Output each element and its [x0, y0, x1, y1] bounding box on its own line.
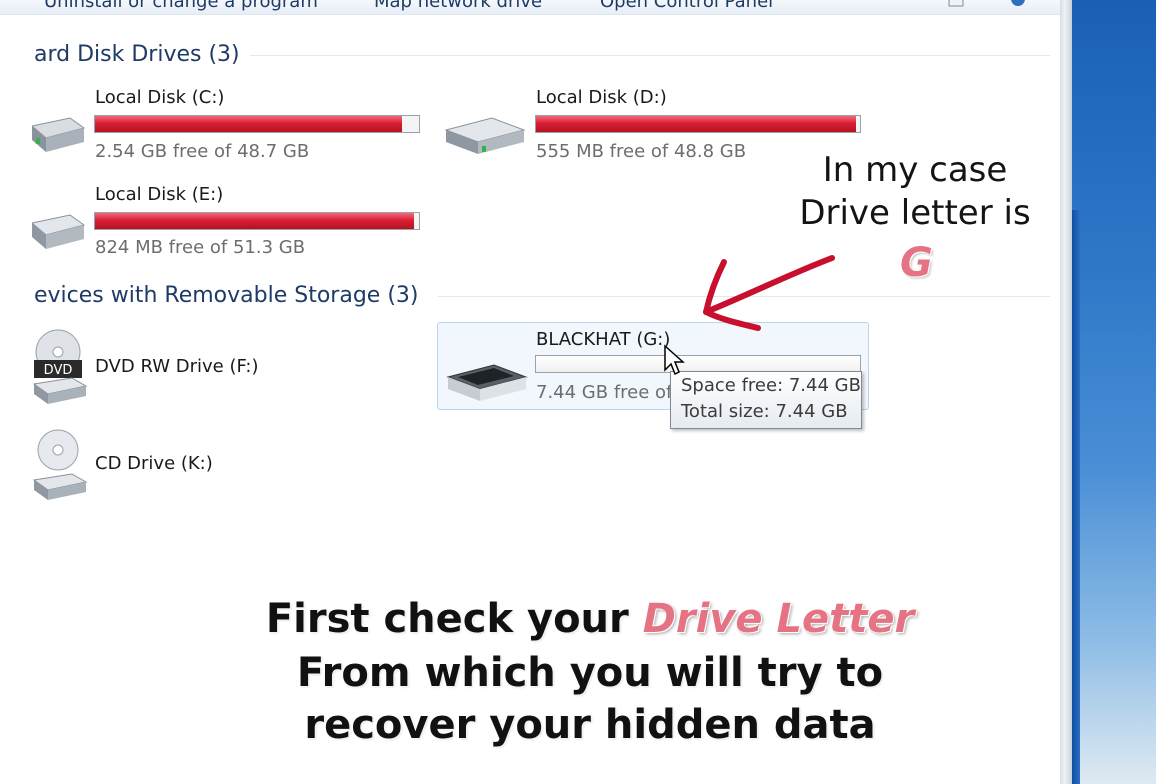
arrow-icon [703, 255, 835, 331]
drive-free-c: 2.54 GB free of 48.7 GB [95, 141, 310, 162]
drive-tooltip: Space free: 7.44 GB Total size: 7.44 GB [670, 371, 862, 429]
group-divider [250, 55, 1050, 56]
drive-name-c[interactable]: Local Disk (C:) [95, 87, 224, 108]
tooltip-total-size: Total size: 7.44 GB [681, 401, 848, 422]
hard-disk-icon[interactable] [32, 205, 86, 255]
annotation-line-2: Drive letter is [799, 193, 1031, 233]
caption-line-1: First check your Drive Letter [180, 596, 1000, 642]
drive-free-e: 824 MB free of 51.3 GB [95, 237, 306, 258]
desktop-background [1072, 0, 1156, 784]
hard-disk-icon[interactable] [32, 108, 86, 158]
annotation-line-1: In my case [822, 150, 1008, 190]
map-network-drive-button[interactable]: Map network drive [374, 0, 542, 12]
caption-prefix: First check your [265, 596, 643, 642]
capacity-bar-c [94, 115, 420, 133]
removable-disk-icon[interactable] [444, 357, 528, 407]
mouse-pointer-icon [664, 344, 685, 376]
preview-pane-icon[interactable] [948, 0, 964, 8]
drive-name-k[interactable]: CD Drive (K:) [95, 453, 213, 474]
cd-drive-icon[interactable] [32, 428, 88, 506]
hard-disk-icon[interactable] [442, 108, 526, 158]
view-options-icon[interactable] [850, 0, 866, 8]
group-header-removable-storage[interactable]: evices with Removable Storage (3) [34, 283, 418, 308]
annotation-drive-letter: G [900, 240, 933, 286]
help-icon[interactable] [1010, 0, 1026, 8]
uninstall-program-button[interactable]: Uninstall or change a program [44, 0, 318, 12]
caption-line-2: From which you will try to [296, 650, 884, 696]
tooltip-space-free: Space free: 7.44 GB [681, 375, 861, 396]
drive-name-g[interactable]: BLACKHAT (G:) [536, 329, 670, 350]
capacity-bar-e [94, 212, 420, 230]
dvd-icon-label: DVD [44, 363, 73, 378]
window-border [1060, 0, 1072, 784]
caption-line-3: recover your hidden data [304, 702, 876, 748]
drive-name-f[interactable]: DVD RW Drive (F:) [95, 356, 259, 377]
drive-free-d: 555 MB free of 48.8 GB [536, 141, 747, 162]
drive-free-g: 7.44 GB free of [536, 382, 673, 403]
open-control-panel-button[interactable]: Open Control Panel [600, 0, 773, 12]
drive-name-d[interactable]: Local Disk (D:) [536, 87, 667, 108]
drive-name-e[interactable]: Local Disk (E:) [95, 184, 223, 205]
dvd-drive-icon[interactable]: DVD [32, 328, 88, 406]
capacity-bar-d [535, 115, 861, 133]
group-header-hard-disk-drives[interactable]: ard Disk Drives (3) [34, 42, 240, 67]
caption-highlight: Drive Letter [642, 596, 915, 642]
command-bar: Uninstall or change a program Map networ… [0, 0, 1060, 15]
